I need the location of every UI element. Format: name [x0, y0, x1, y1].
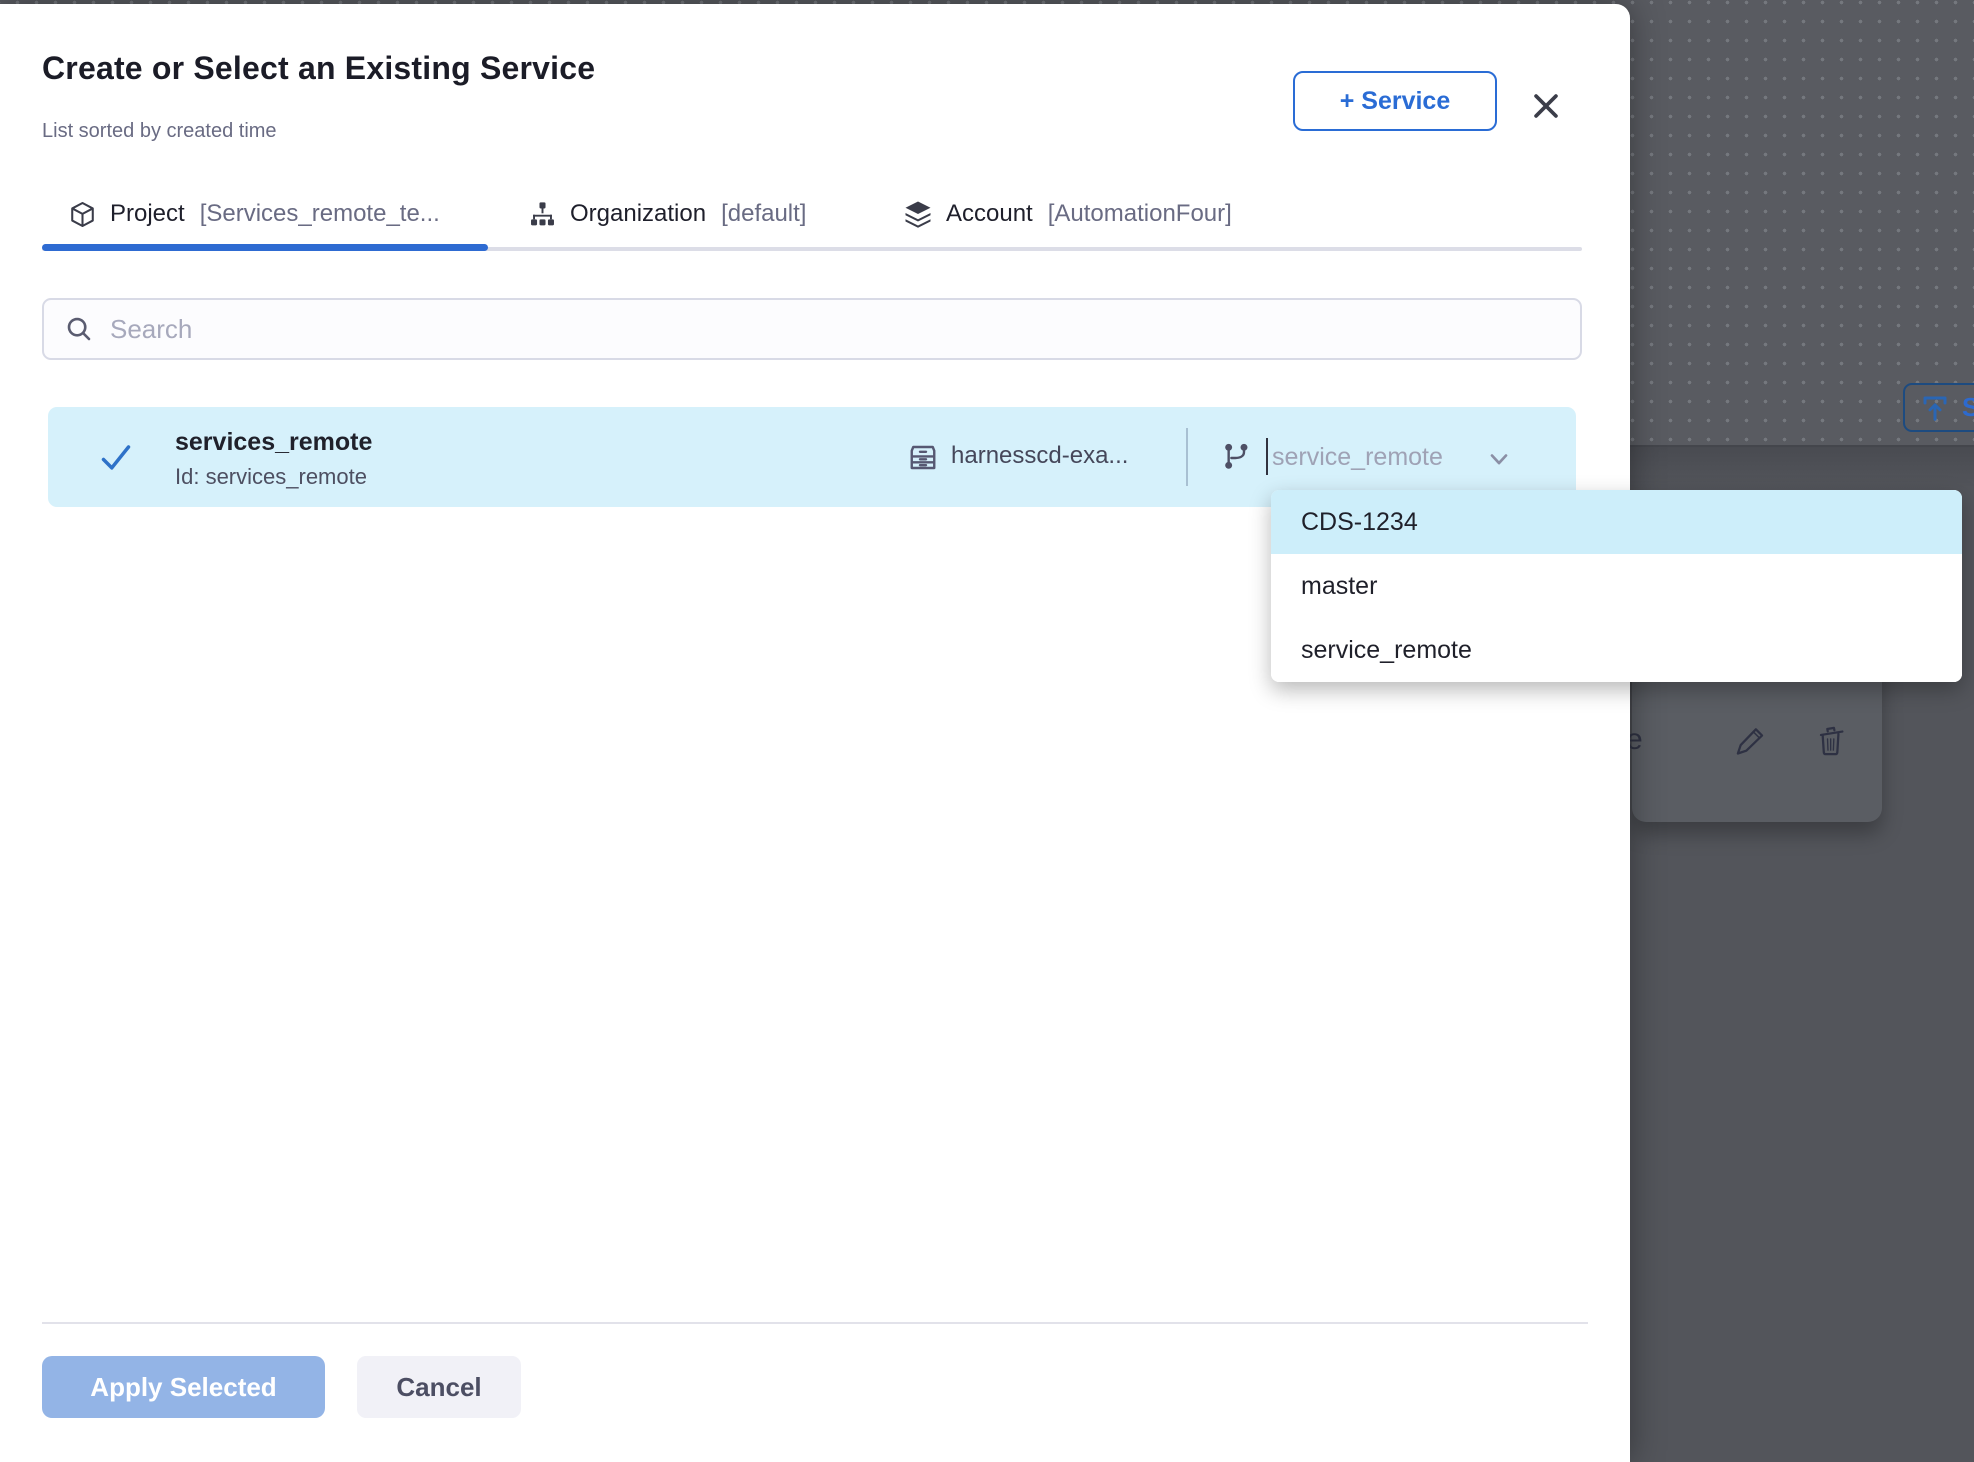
- modal-subtitle: List sorted by created time: [42, 120, 277, 143]
- row-divider: [1186, 428, 1188, 486]
- tab-project-label: Project: [110, 200, 185, 228]
- search-box: [42, 298, 1582, 360]
- text-cursor: [1266, 438, 1268, 475]
- service-id: Id: services_remote: [175, 464, 367, 490]
- edit-icon[interactable]: [1730, 722, 1766, 758]
- tab-project[interactable]: Project [Services_remote_te...: [68, 192, 440, 236]
- repository-icon: [905, 438, 941, 474]
- tab-account-label: Account: [946, 200, 1033, 228]
- tab-organization-detail: [default]: [721, 200, 806, 228]
- service-select-modal: Create or Select an Existing Service Lis…: [0, 4, 1630, 1462]
- cancel-button[interactable]: Cancel: [357, 1356, 521, 1418]
- tab-account-detail: [AutomationFour]: [1048, 200, 1232, 228]
- apply-selected-button[interactable]: Apply Selected: [42, 1356, 325, 1418]
- add-service-button[interactable]: + Service: [1293, 71, 1497, 131]
- close-icon[interactable]: [1524, 84, 1568, 128]
- branch-option-master[interactable]: master: [1271, 554, 1962, 618]
- project-cube-icon: [68, 200, 97, 229]
- branch-input[interactable]: [1272, 435, 1487, 479]
- search-input[interactable]: [110, 300, 1580, 358]
- service-name: services_remote: [175, 428, 372, 457]
- check-icon: [96, 437, 136, 477]
- git-branch-icon: [1220, 440, 1252, 472]
- upload-icon: [1920, 393, 1950, 423]
- save-button[interactable]: S: [1903, 383, 1974, 432]
- tab-project-detail: [Services_remote_te...: [200, 200, 440, 228]
- tab-organization[interactable]: Organization [default]: [528, 192, 806, 236]
- account-layers-icon: [903, 199, 933, 229]
- repository-name: harnesscd-exa...: [951, 442, 1128, 470]
- search-icon: [64, 314, 94, 344]
- branch-option-service-remote[interactable]: service_remote: [1271, 618, 1962, 682]
- branch-dropdown: CDS-1234 master service_remote: [1271, 490, 1962, 682]
- branch-option-cds-1234[interactable]: CDS-1234: [1271, 490, 1962, 554]
- delete-icon[interactable]: [1812, 722, 1848, 758]
- tab-account[interactable]: Account [AutomationFour]: [903, 192, 1232, 236]
- save-button-label: S: [1962, 392, 1974, 423]
- chevron-down-icon[interactable]: [1485, 445, 1513, 473]
- tab-active-indicator: [42, 244, 488, 251]
- footer-divider: [42, 1322, 1588, 1324]
- tab-organization-label: Organization: [570, 200, 706, 228]
- organization-hierarchy-icon: [528, 200, 557, 229]
- modal-title: Create or Select an Existing Service: [42, 50, 595, 87]
